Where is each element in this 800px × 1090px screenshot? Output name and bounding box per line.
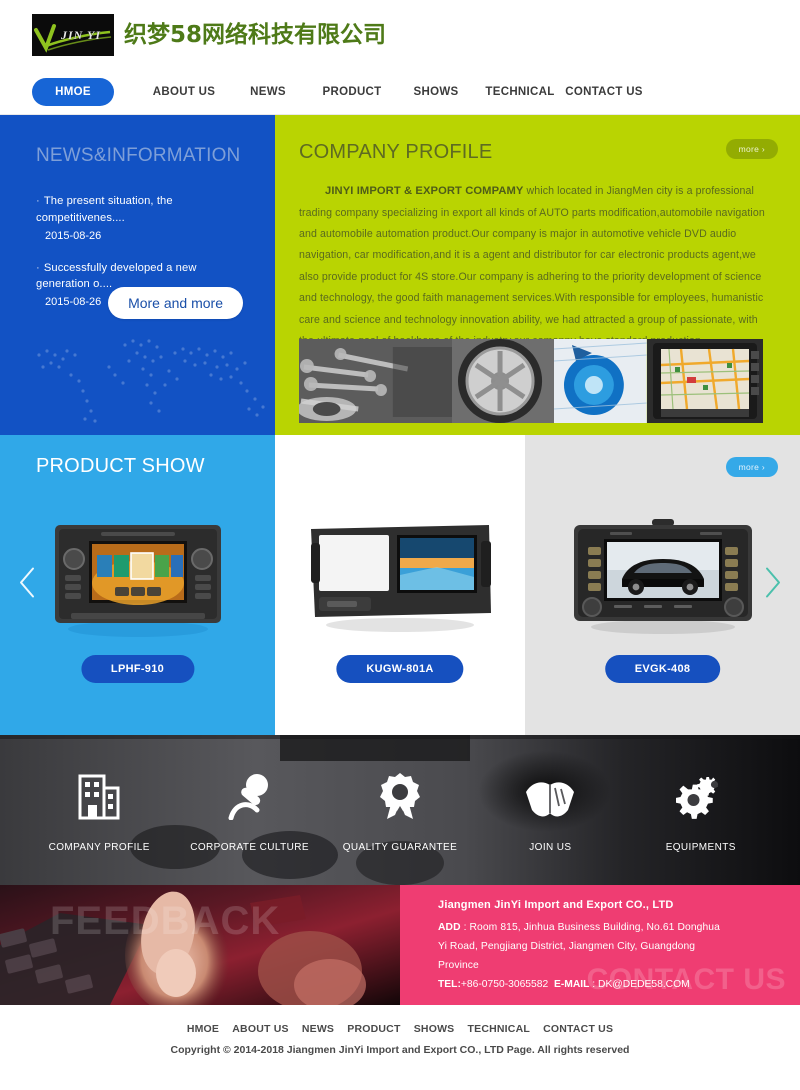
feature-item-join-us[interactable]: JOIN US [475, 768, 625, 853]
feature-item-company-profile[interactable]: COMPANY PROFILE [24, 768, 174, 853]
site-header: JIN YI 织梦58网络科技有限公司 [0, 0, 800, 70]
feature-label: EQUIPMENTS [665, 841, 736, 853]
contact-address-line-3: Province [438, 960, 479, 972]
nav-item-technical[interactable]: TECHNICAL [478, 86, 562, 98]
carousel-prev-button[interactable] [16, 566, 38, 605]
microphone-icon [227, 768, 273, 820]
contact-tel-label: TEL: [438, 979, 461, 991]
handshake-icon [524, 768, 576, 820]
contact-panel: CONTACT US Jiangmen JinYi Import and Exp… [400, 885, 800, 1005]
feedback-watermark: FEEDBACK [50, 899, 281, 943]
product-show-more-button[interactable]: more › [725, 457, 778, 477]
feedback-contact-row: FEEDBACK CONTACT US Jiangmen JinYi Impor… [0, 885, 800, 1005]
contact-address-line-2: Yi Road, Pengjiang District, Jiangmen Ci… [438, 941, 696, 953]
carousel-next-button[interactable] [762, 566, 784, 605]
news-item-title[interactable]: · The present situation, the competitiven… [36, 193, 253, 227]
nav-item-shows[interactable]: SHOWS [394, 86, 478, 98]
feature-label: QUALITY GUARANTEE [342, 841, 458, 853]
contact-email-value[interactable]: : DK@DEDE58.COM [589, 979, 689, 990]
news-heading: NEWS&INFORMATION [36, 143, 253, 167]
news-list-item[interactable]: · The present situation, the competitiven… [36, 193, 253, 242]
page-root: JIN YI 织梦58网络科技有限公司 HMOE ABOUT US NEWS P… [0, 0, 800, 1090]
gears-icon [675, 768, 726, 820]
news-bullet-icon: · [36, 195, 40, 207]
logo-mark-box: JIN YI [32, 14, 114, 56]
world-dot-map-decoration [37, 339, 265, 423]
news-item-date: 2015-08-26 [45, 229, 102, 242]
company-profile-text: JINYI IMPORT & EXPORT COMPAMY which loca… [299, 180, 774, 352]
news-heading-main: NEWS [36, 145, 94, 166]
contact-email-label: E-MAIL [553, 979, 590, 991]
feature-icons-band: COMPANY PROFILE CORPORATE CULTURE QUALIT… [0, 735, 800, 885]
feature-item-equipments[interactable]: EQUIPMENTS [626, 768, 776, 853]
contact-tel-email-line: TEL:+86-0750-3065582 E-MAIL : DK@DEDE58.… [438, 979, 800, 990]
strip-image-tech [554, 339, 647, 423]
news-panel: NEWS&INFORMATION · The present situation,… [0, 115, 275, 435]
strip-image-gps [646, 339, 763, 423]
footer-nav-about-us[interactable]: ABOUT US [232, 1023, 288, 1035]
footer-nav-product[interactable]: PRODUCT [347, 1023, 400, 1035]
contact-address-text-1: : Room 815, Jinhua Business Building, No… [460, 922, 720, 933]
site-logo[interactable]: JIN YI 织梦58网络科技有限公司 [32, 14, 386, 56]
strip-image-wheel [452, 339, 555, 423]
footer-nav: HMOE ABOUT US NEWS PRODUCT SHOWS TECHNIC… [0, 1023, 800, 1035]
product-image-3 [570, 517, 756, 640]
profile-image-strip [299, 339, 763, 423]
footer-nav-technical[interactable]: TECHNICAL [468, 1023, 530, 1035]
news-more-button[interactable]: More and more [108, 287, 243, 319]
product-card-2[interactable]: KUGW-801A [275, 435, 525, 735]
news-bullet-icon: · [36, 261, 40, 274]
feature-icons-list: COMPANY PROFILE CORPORATE CULTURE QUALIT… [0, 735, 800, 885]
product-image-2 [305, 517, 495, 642]
feature-item-quality-guarantee[interactable]: QUALITY GUARANTEE [325, 768, 475, 853]
chevron-right-icon [766, 567, 780, 598]
company-profile-more-button[interactable]: more › [725, 139, 778, 159]
news-and-profile-row: NEWS&INFORMATION · The present situation,… [0, 115, 800, 435]
footer-nav-hmoe[interactable]: HMOE [187, 1023, 219, 1035]
contact-add-label: ADD [438, 922, 461, 933]
product-show-heading: PRODUCT SHOW [36, 455, 205, 477]
footer-nav-contact-us[interactable]: CONTACT US [543, 1023, 613, 1035]
company-profile-heading: COMPANY PROFILE [299, 141, 493, 163]
product-image-1 [49, 517, 227, 642]
news-item-title-text: The present situation, the competitivene… [36, 195, 173, 224]
footer-copyright: Copyright © 2014-2018 Jiangmen JinYi Imp… [170, 1044, 630, 1056]
feedback-panel[interactable]: FEEDBACK [0, 885, 400, 1005]
chevron-left-icon [20, 567, 34, 598]
company-profile-body: which located in JiangMen city is a prof… [299, 185, 765, 347]
contact-address-line-1: ADD : Room 815, Jinhua Business Building… [438, 918, 800, 937]
award-ribbon-icon [378, 768, 422, 820]
contact-tel-value: +86-0750-3065582 [460, 979, 549, 991]
feature-item-corporate-culture[interactable]: CORPORATE CULTURE [175, 768, 325, 853]
feature-label: COMPANY PROFILE [48, 841, 150, 853]
nav-item-news[interactable]: NEWS [226, 86, 310, 98]
contact-company-name: Jiangmen JinYi Import and Export CO., LT… [438, 899, 674, 911]
logo-text: JIN YI [60, 27, 102, 42]
news-heading-sub: &INFORMATION [93, 145, 241, 166]
footer-nav-shows[interactable]: SHOWS [414, 1023, 455, 1035]
company-profile-lead: JINYI IMPORT & EXPORT COMPAMY [325, 185, 524, 197]
nav-item-hmoe[interactable]: HMOE [32, 78, 114, 106]
main-nav: HMOE ABOUT US NEWS PRODUCT SHOWS TECHNIC… [0, 70, 800, 115]
feature-label: CORPORATE CULTURE [190, 841, 309, 853]
company-profile-panel: COMPANY PROFILE more › JINYI IMPORT & EX… [275, 115, 800, 435]
product-card-3[interactable]: EVGK-408 [525, 435, 800, 735]
building-icon [77, 768, 121, 820]
product-name-button-2[interactable]: KUGW-801A [336, 655, 464, 683]
strip-image-tools [299, 339, 453, 423]
nav-item-about-us[interactable]: ABOUT US [142, 86, 226, 98]
nav-item-contact-us[interactable]: CONTACT US [562, 86, 646, 98]
feature-label: JOIN US [529, 841, 572, 853]
footer-nav-news[interactable]: NEWS [302, 1023, 334, 1035]
site-footer: HMOE ABOUT US NEWS PRODUCT SHOWS TECHNIC… [0, 1005, 800, 1085]
product-name-button-1[interactable]: LPHF-910 [80, 655, 195, 683]
product-name-button-3[interactable]: EVGK-408 [604, 655, 721, 683]
nav-item-product[interactable]: PRODUCT [310, 86, 394, 98]
product-show-row: PRODUCT SHOW more › LPHF-910 KUGW-801A E… [0, 435, 800, 735]
product-card-1[interactable]: LPHF-910 [0, 435, 275, 735]
company-name-cn: 织梦58网络科技有限公司 [124, 21, 387, 48]
